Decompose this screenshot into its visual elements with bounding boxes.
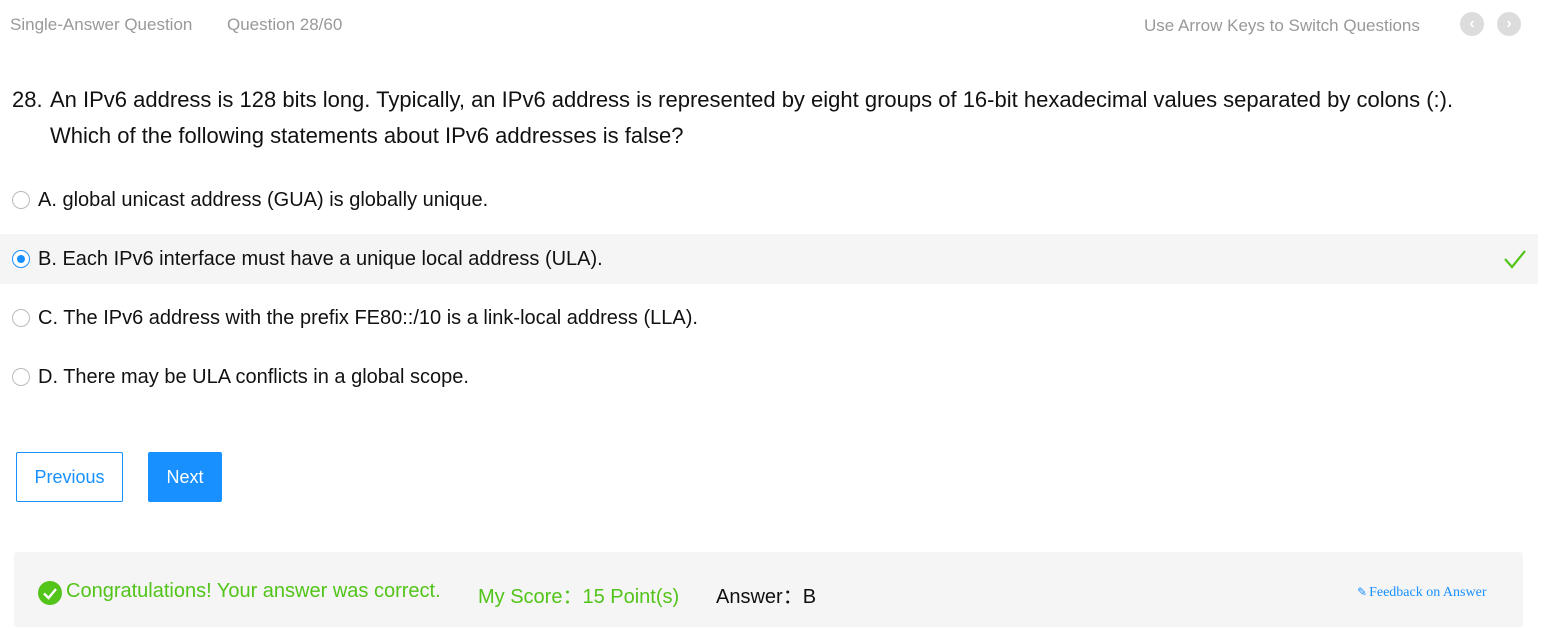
option-c[interactable]: C. The IPv6 address with the prefix FE80… — [0, 293, 1538, 343]
option-label: A. global unicast address (GUA) is globa… — [38, 188, 489, 211]
check-circle-icon — [38, 581, 62, 605]
radio-c[interactable] — [12, 309, 30, 327]
next-button[interactable]: Next — [148, 452, 222, 502]
feedback-label: Feedback on Answer — [1369, 585, 1487, 600]
chevron-right-icon[interactable]: › — [1497, 12, 1521, 36]
option-label: D. There may be ULA conflicts in a globa… — [38, 365, 469, 388]
result-panel: Congratulations! Your answer was correct… — [14, 552, 1523, 627]
radio-a[interactable] — [12, 191, 30, 209]
result-message: Congratulations! Your answer was correct… — [66, 580, 441, 602]
option-b[interactable]: B. Each IPv6 interface must have a uniqu… — [0, 234, 1538, 284]
answer-label: Answer：B — [716, 586, 817, 608]
previous-button[interactable]: Previous — [16, 452, 123, 502]
radio-b[interactable] — [12, 250, 30, 268]
option-a[interactable]: A. global unicast address (GUA) is globa… — [0, 175, 1538, 225]
question-text: An IPv6 address is 128 bits long. Typica… — [50, 87, 1454, 148]
question-type-label: Single-Answer Question — [10, 15, 193, 34]
option-label: B. Each IPv6 interface must have a uniqu… — [38, 247, 603, 270]
option-d[interactable]: D. There may be ULA conflicts in a globa… — [0, 352, 1538, 402]
keyboard-hint: Use Arrow Keys to Switch Questions — [1144, 16, 1420, 35]
feedback-link[interactable]: ✎ Feedback on Answer — [1357, 585, 1486, 601]
question-counter: Question 28/60 — [227, 15, 343, 34]
question-stem: 28. An IPv6 address is 128 bits long. Ty… — [12, 82, 1512, 154]
edit-icon: ✎ — [1357, 585, 1368, 599]
radio-d[interactable] — [12, 368, 30, 386]
correct-check-icon — [1504, 250, 1526, 269]
top-bar: Single-Answer Question Question 28/60 Us… — [0, 0, 1562, 50]
question-number: 28. — [12, 87, 43, 112]
option-label: C. The IPv6 address with the prefix FE80… — [38, 306, 698, 329]
chevron-left-icon[interactable]: ‹ — [1460, 12, 1484, 36]
score-label: My Score：15 Point(s) — [478, 586, 680, 608]
